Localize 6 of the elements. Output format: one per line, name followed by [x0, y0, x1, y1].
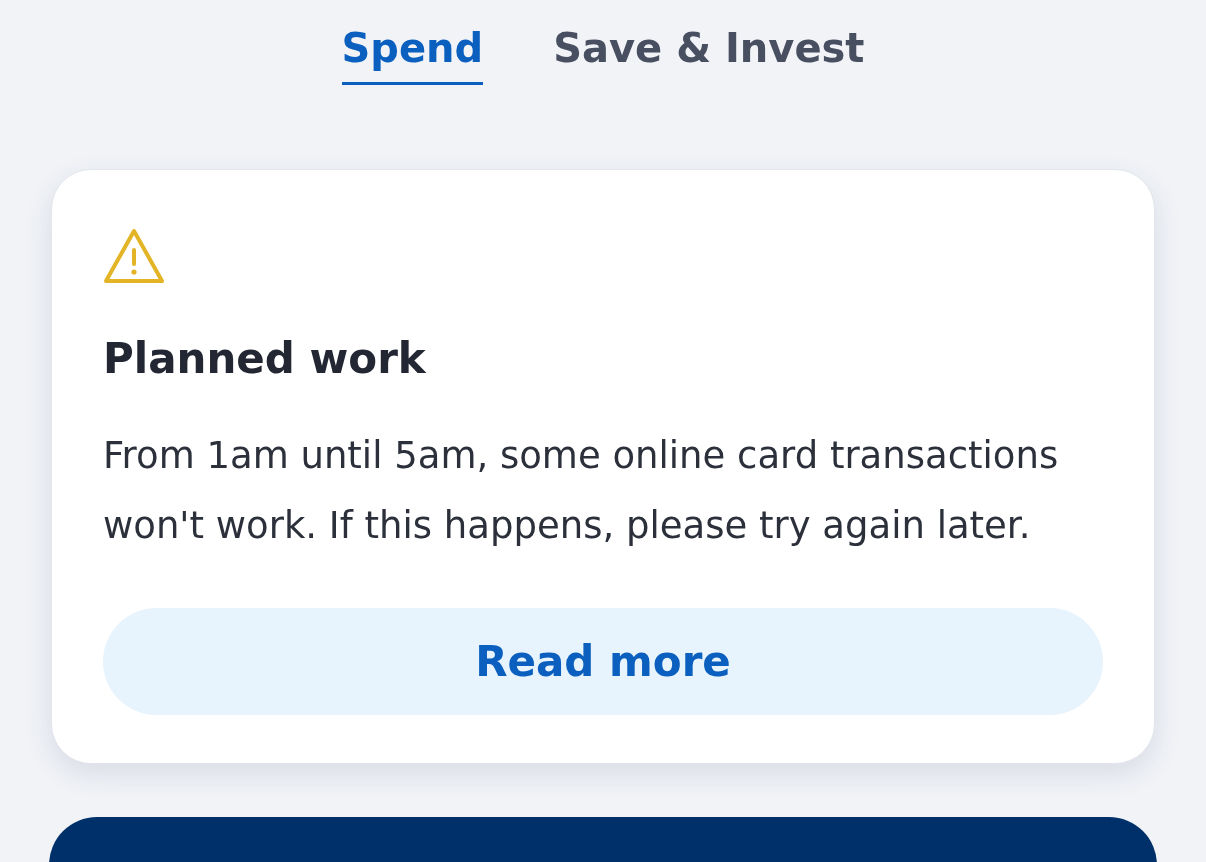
notice-message: From 1am until 5am, some online card transactions won't work. If this happens, please try again later.	[103, 433, 1060, 549]
read-more-button[interactable]: Read more	[103, 608, 1103, 715]
tab[interactable]: Save & Invest	[553, 20, 865, 85]
tab[interactable]: Spend	[341, 20, 484, 85]
notice-title: Planned work	[103, 333, 427, 385]
warning-icon	[103, 228, 165, 284]
